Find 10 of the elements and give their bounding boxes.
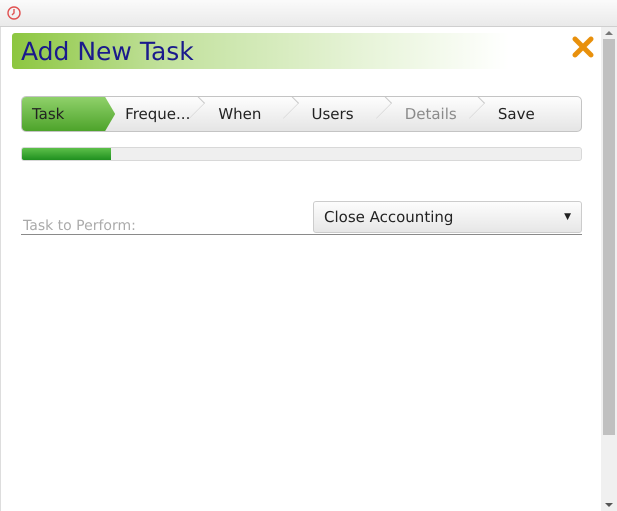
wizard-step-tab[interactable]: When xyxy=(208,97,302,131)
clock-icon xyxy=(7,6,21,20)
field-label: Task to Perform: xyxy=(22,218,136,234)
wizard-step-tab[interactable]: Freque... xyxy=(115,97,208,131)
wizard-step-tab[interactable]: Task xyxy=(22,97,116,131)
wizard-step-tab[interactable]: Save xyxy=(488,97,581,131)
wizard-step-tab[interactable]: Users xyxy=(302,97,395,131)
scrollbar[interactable] xyxy=(601,27,617,511)
close-icon[interactable] xyxy=(572,36,594,58)
task-dropdown[interactable]: Close Accounting ▼ xyxy=(313,201,582,233)
